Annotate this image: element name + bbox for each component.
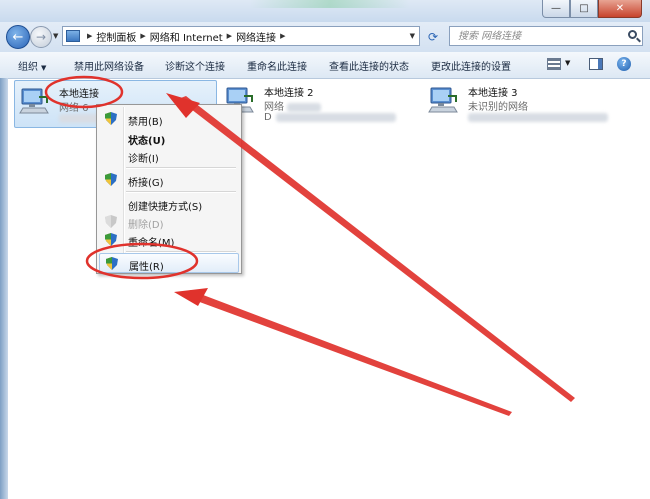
menu-item-label: 诊断(I) xyxy=(128,154,159,165)
device-prefix-text: D xyxy=(264,112,272,123)
device-name-redacted xyxy=(468,112,608,122)
breadcrumb-control-panel[interactable]: 控制面板 xyxy=(96,29,136,44)
menu-item-rename[interactable]: 重命名(M) xyxy=(99,230,239,250)
connection-item-local-2[interactable]: 本地连接 2 网络 D xyxy=(220,80,420,128)
diagnose-connection-button[interactable]: 诊断这个连接 xyxy=(165,58,225,73)
breadcrumb-chevron-icon[interactable]: ▶ xyxy=(140,32,145,40)
navigation-bar: ← → ▼ ▶ 控制面板 ▶ 网络和 Internet ▶ 网络连接 ▶ ▼ ⟳ xyxy=(0,22,650,52)
window-left-edge xyxy=(0,78,8,499)
connection-name: 本地连接 2 xyxy=(264,88,314,99)
control-panel-icon xyxy=(66,30,80,42)
menu-item-label: 禁用(B) xyxy=(128,117,163,128)
view-options-icon[interactable] xyxy=(547,58,561,70)
uac-shield-icon xyxy=(105,215,117,228)
recent-pages-dropdown-icon[interactable]: ▼ xyxy=(53,32,58,40)
search-icon[interactable] xyxy=(628,30,637,39)
title-bar: — □ ✕ xyxy=(0,0,650,22)
menu-item-delete: 删除(D) xyxy=(99,212,239,232)
rename-connection-button[interactable]: 重命名此连接 xyxy=(247,58,307,73)
network-name-redacted xyxy=(287,102,322,112)
minimize-button[interactable]: — xyxy=(542,0,570,18)
close-button[interactable]: ✕ xyxy=(598,0,642,18)
connection-network: 网络 xyxy=(264,98,322,113)
forward-button[interactable]: → xyxy=(30,26,52,48)
back-button[interactable]: ← xyxy=(6,25,30,49)
menu-separator xyxy=(126,191,236,193)
annotation-arrow-lower xyxy=(186,290,512,416)
network-adapter-icon xyxy=(19,88,49,114)
back-arrow-icon: ← xyxy=(12,29,24,45)
menu-item-label: 属性(R) xyxy=(129,262,164,273)
arrowhead-icon xyxy=(174,288,208,306)
search-box xyxy=(449,26,643,46)
uac-shield-icon xyxy=(106,257,118,270)
menu-separator xyxy=(126,167,236,169)
breadcrumb: ▶ 控制面板 ▶ 网络和 Internet ▶ 网络连接 ▶ xyxy=(83,29,289,44)
command-toolbar: 组织 ▼ 禁用此网络设备 诊断这个连接 重命名此连接 查看此连接的状态 更改此连接… xyxy=(0,52,650,79)
view-status-button[interactable]: 查看此连接的状态 xyxy=(329,58,409,73)
menu-item-label: 删除(D) xyxy=(128,220,164,231)
connection-device xyxy=(468,112,608,123)
network-adapter-icon xyxy=(428,87,458,113)
chevron-down-icon[interactable]: ▼ xyxy=(565,59,570,67)
uac-shield-icon xyxy=(105,173,117,186)
change-settings-button[interactable]: 更改此连接的设置 xyxy=(431,58,511,73)
refresh-icon[interactable]: ⟳ xyxy=(424,28,442,46)
connection-device: D xyxy=(264,112,396,123)
connection-network: 网络 6 xyxy=(59,99,89,114)
connection-item-local-3[interactable]: 本地连接 3 未识别的网络 xyxy=(424,80,624,128)
menu-item-diagnose[interactable]: 诊断(I) xyxy=(99,146,239,166)
device-name-redacted xyxy=(275,112,396,122)
search-input[interactable] xyxy=(456,29,630,43)
title-glow xyxy=(250,0,410,8)
context-menu: 禁用(B) 状态(U) 诊断(I) 桥接(G) 创建快捷方式(S) 删除(D) … xyxy=(96,104,242,274)
breadcrumb-network-connections[interactable]: 网络连接 xyxy=(236,29,276,44)
menu-item-disable[interactable]: 禁用(B) xyxy=(99,109,239,129)
help-icon[interactable]: ? xyxy=(617,57,631,71)
chevron-down-icon: ▼ xyxy=(41,64,47,72)
uac-shield-icon xyxy=(105,233,117,246)
breadcrumb-chevron-icon[interactable]: ▶ xyxy=(227,32,232,40)
address-bar[interactable]: ▶ 控制面板 ▶ 网络和 Internet ▶ 网络连接 ▶ ▼ xyxy=(62,26,420,46)
preview-pane-icon[interactable] xyxy=(589,58,603,70)
forward-arrow-icon: → xyxy=(35,30,47,44)
breadcrumb-chevron-icon[interactable]: ▶ xyxy=(280,32,285,40)
menu-item-bridge[interactable]: 桥接(G) xyxy=(99,170,239,190)
connection-name: 本地连接 3 xyxy=(468,88,518,99)
connection-network: 未识别的网络 xyxy=(468,98,528,113)
menu-item-label: 创建快捷方式(S) xyxy=(128,202,203,213)
menu-item-label: 状态(U) xyxy=(128,136,166,147)
breadcrumb-chevron-icon[interactable]: ▶ xyxy=(87,32,92,40)
connection-name: 本地连接 xyxy=(59,89,99,100)
maximize-button[interactable]: □ xyxy=(570,0,598,18)
menu-item-properties[interactable]: 属性(R) xyxy=(99,253,239,273)
disable-device-button[interactable]: 禁用此网络设备 xyxy=(74,58,144,73)
organize-label: 组织 xyxy=(18,62,38,73)
menu-item-label: 重命名(M) xyxy=(128,238,175,249)
menu-item-label: 桥接(G) xyxy=(128,178,164,189)
address-dropdown-icon[interactable]: ▼ xyxy=(410,32,415,40)
organize-button[interactable]: 组织 ▼ xyxy=(18,58,46,73)
uac-shield-icon xyxy=(105,112,117,125)
window-controls: — □ ✕ xyxy=(542,0,642,18)
menu-item-status[interactable]: 状态(U) xyxy=(99,128,239,148)
menu-item-create-shortcut[interactable]: 创建快捷方式(S) xyxy=(99,194,239,214)
breadcrumb-network-internet[interactable]: 网络和 Internet xyxy=(150,29,223,44)
